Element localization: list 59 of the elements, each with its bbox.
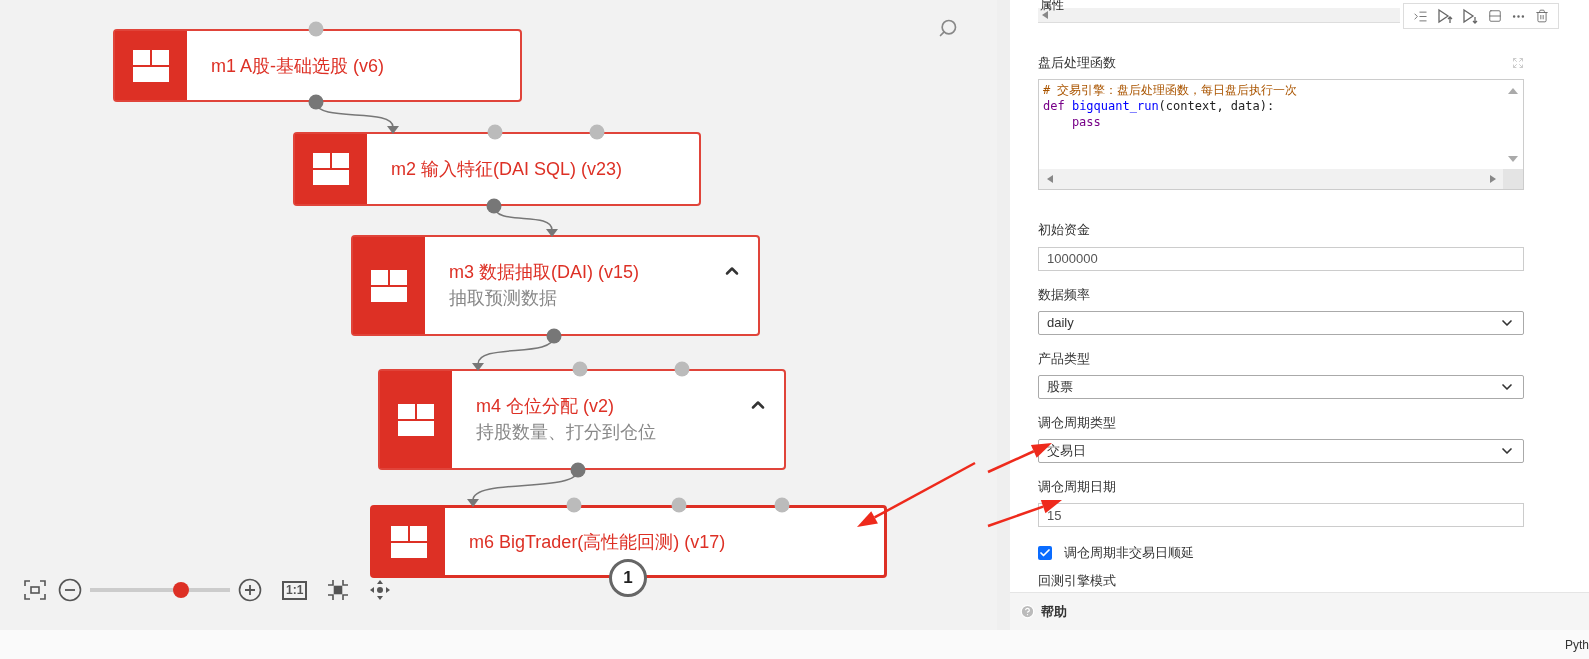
run-below-icon[interactable] bbox=[1462, 8, 1479, 24]
code-editor[interactable]: # 交易引擎：盘后处理函数，每日盘后执行一次 def bigquant_run(context, data): pass bbox=[1038, 79, 1524, 190]
field-label: 调仓周期类型 bbox=[1038, 414, 1117, 431]
language-indicator[interactable]: Pyth bbox=[1565, 635, 1589, 654]
field-label: 产品类型 bbox=[1038, 350, 1091, 367]
module-grid-icon bbox=[398, 403, 434, 436]
step-badge: 1 bbox=[609, 559, 647, 597]
help-icon[interactable] bbox=[1020, 604, 1035, 619]
module-title: m6 BigTrader(高性能回测) (v17) bbox=[469, 530, 726, 554]
section-title: 属性 bbox=[1040, 0, 1065, 11]
zoom-out-icon[interactable] bbox=[58, 578, 82, 602]
run-above-icon[interactable] bbox=[1437, 8, 1453, 24]
search-icon[interactable] bbox=[938, 18, 958, 38]
module-title: m3 数据抽取(DAI) (v15) bbox=[449, 260, 639, 284]
field-label: 调仓周期日期 bbox=[1038, 478, 1117, 495]
text-field[interactable]: 15 bbox=[1038, 503, 1524, 527]
center-icon[interactable] bbox=[327, 579, 350, 601]
select-field[interactable]: 交易日 bbox=[1038, 438, 1524, 463]
field-label: 盘后处理函数 bbox=[1038, 55, 1116, 71]
fit-screen-icon[interactable] bbox=[24, 580, 46, 600]
select-field[interactable]: daily bbox=[1038, 310, 1524, 335]
help-title[interactable]: 帮助 bbox=[1041, 601, 1067, 622]
scroll-right-icon[interactable] bbox=[1490, 175, 1496, 183]
checkbox-label: 调仓周期非交易日顺延 bbox=[1064, 544, 1194, 562]
split-icon[interactable] bbox=[1487, 9, 1502, 23]
run-all-icon[interactable] bbox=[1412, 8, 1428, 24]
module-node[interactable]: m1 A股-基础选股 (v6) bbox=[113, 29, 522, 102]
horizontal-scrollbar[interactable] bbox=[1039, 169, 1504, 189]
scroll-up-icon[interactable] bbox=[1508, 88, 1518, 94]
module-description: 持股数量、打分到仓位 bbox=[476, 420, 656, 444]
module-title: m2 输入特征(DAI SQL) (v23) bbox=[391, 158, 623, 181]
zoom-slider-thumb[interactable] bbox=[173, 582, 189, 598]
module-node[interactable]: m4 仓位分配 (v2) 持股数量、打分到仓位 bbox=[378, 369, 786, 470]
delete-icon[interactable] bbox=[1535, 9, 1550, 23]
module-grid-icon bbox=[313, 153, 349, 185]
scroll-left-icon[interactable] bbox=[1047, 175, 1053, 183]
scroll-down-icon[interactable] bbox=[1508, 156, 1518, 162]
checkbox[interactable] bbox=[1038, 545, 1052, 560]
text-field[interactable]: 1000000 bbox=[1038, 246, 1524, 271]
code-line: # 交易引擎：盘后处理函数，每日盘后执行一次 bbox=[1043, 82, 1299, 98]
module-title: m1 A股-基础选股 (v6) bbox=[211, 54, 384, 78]
module-node[interactable]: m3 数据抽取(DAI) (v15) 抽取预测数据 bbox=[351, 235, 760, 336]
zoom-in-icon[interactable] bbox=[238, 578, 262, 602]
module-node[interactable]: m2 输入特征(DAI SQL) (v23) bbox=[293, 132, 701, 206]
module-grid-icon bbox=[133, 49, 169, 82]
scroll-left-icon[interactable] bbox=[1042, 11, 1048, 19]
actual-size-button[interactable]: 1:1 bbox=[282, 580, 308, 600]
module-title: m4 仓位分配 (v2) bbox=[476, 394, 614, 418]
field-label: 初始资金 bbox=[1038, 222, 1091, 238]
module-description: 抽取预测数据 bbox=[449, 286, 557, 310]
scrollbar-corner bbox=[1503, 169, 1523, 189]
code-line: def bigquant_run(context, data): bbox=[1043, 98, 1276, 114]
field-label: 数据频率 bbox=[1038, 286, 1091, 303]
code-line: pass bbox=[1070, 114, 1102, 130]
module-grid-icon bbox=[391, 525, 427, 558]
field-label: 回测引擎模式 bbox=[1038, 572, 1117, 589]
select-field[interactable]: 股票 bbox=[1038, 374, 1524, 399]
module-grid-icon bbox=[371, 269, 407, 302]
move-icon[interactable] bbox=[369, 579, 392, 601]
